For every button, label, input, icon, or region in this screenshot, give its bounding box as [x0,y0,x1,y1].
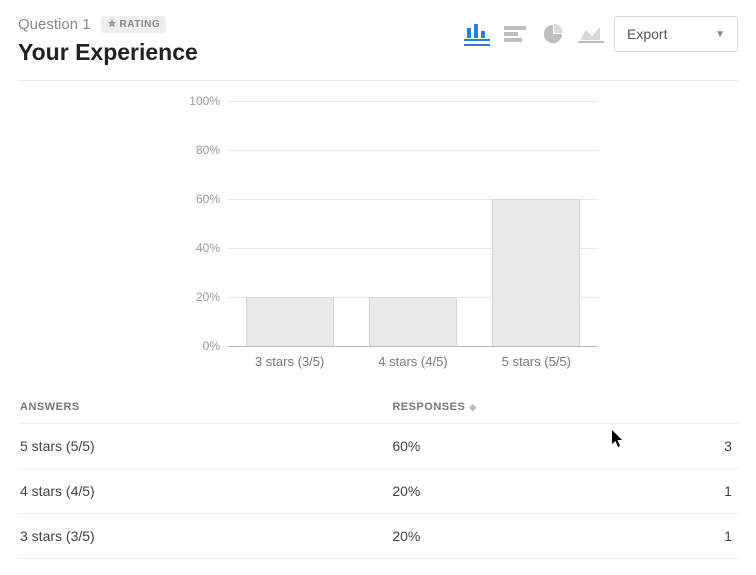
export-label: Export [627,26,667,42]
pie-chart-icon[interactable] [542,23,564,45]
y-tick-label: 0% [168,339,220,353]
star-icon [107,18,117,31]
x-tick-label: 5 stars (5/5) [486,354,586,369]
table-row: 3 stars (3/5)20%1 [18,514,738,559]
table-body: 5 stars (5/5)60%34 stars (4/5)20%13 star… [18,424,738,559]
bar-chart-icon[interactable] [464,22,490,46]
question-meta-row: Question 1 RATING [18,16,198,33]
y-tick-label: 60% [168,192,220,206]
chevron-down-icon: ▼ [715,29,725,40]
horizontal-bar-icon[interactable] [504,24,528,44]
results-table: ANSWERS RESPONSES◆ 5 stars (5/5)60%34 st… [18,391,738,559]
count-cell: 1 [593,528,736,544]
header-left: Question 1 RATING Your Experience [18,16,198,66]
percent-cell: 60% [392,438,592,454]
bar [246,297,334,346]
badge-label: RATING [120,19,161,30]
answer-cell: 4 stars (4/5) [20,483,392,499]
table-row: 5 stars (5/5)60%3 [18,424,738,469]
count-cell: 3 [593,438,736,454]
y-tick-label: 40% [168,241,220,255]
answer-cell: 3 stars (3/5) [20,528,392,544]
export-button[interactable]: Export ▼ [614,16,738,52]
bars-group [228,101,598,346]
chart-x-axis: 3 stars (3/5) 4 stars (4/5) 5 stars (5/5) [228,346,598,369]
question-title: Your Experience [18,39,198,66]
y-tick-label: 100% [168,94,220,108]
area-chart-icon[interactable] [578,24,604,44]
col-answers-header[interactable]: ANSWERS [20,401,392,413]
y-tick-label: 20% [168,290,220,304]
table-header: ANSWERS RESPONSES◆ [18,391,738,424]
sort-icon: ◆ [469,402,476,412]
count-cell: 1 [593,483,736,499]
chart-type-toggle [464,22,604,46]
question-number: Question 1 [18,16,91,33]
grid-line [228,346,598,347]
bar [492,199,580,346]
percent-cell: 20% [392,483,592,499]
table-row: 4 stars (4/5)20%1 [18,469,738,514]
x-tick-label: 3 stars (3/5) [240,354,340,369]
header-right: Export ▼ [464,16,738,52]
answer-cell: 5 stars (5/5) [20,438,392,454]
bar-chart: 0%20%40%60%80%100% 3 stars (3/5)4 stars … [168,101,598,369]
y-tick-label: 80% [168,143,220,157]
col-responses-header[interactable]: RESPONSES◆ [392,401,592,413]
bar [369,297,457,346]
chart-plot-area: 0%20%40%60%80%100% [168,101,598,346]
x-tick-label: 4 stars (4/5) [363,354,463,369]
percent-cell: 20% [392,528,592,544]
question-type-badge: RATING [101,16,167,33]
question-header: Question 1 RATING Your Experience [18,16,738,81]
